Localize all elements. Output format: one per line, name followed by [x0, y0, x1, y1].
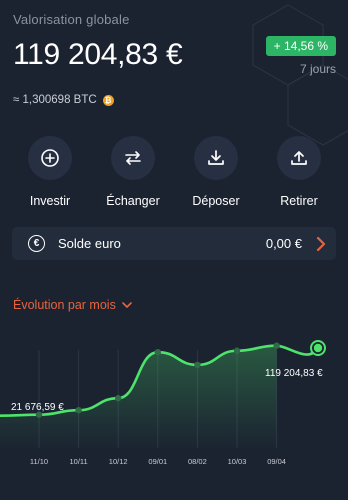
upload-icon: [277, 136, 321, 180]
deposit-label: Déposer: [192, 194, 240, 208]
euro-balance-row[interactable]: € Solde euro 0,00 €: [12, 227, 336, 260]
x-tick-label: 08/02: [188, 457, 207, 466]
total-value: 119 204,83 €: [13, 38, 183, 71]
x-tick-label: 10/12: [109, 457, 128, 466]
withdraw-label: Retirer: [280, 194, 318, 208]
end-value-label: 119 204,83 €: [265, 368, 323, 379]
data-point: [273, 342, 280, 349]
page-title: Valorisation globale: [13, 12, 130, 27]
chevron-down-icon: [122, 302, 132, 308]
exchange-label: Échanger: [106, 194, 160, 208]
data-point: [154, 348, 161, 356]
x-tick-label: 10/11: [69, 457, 87, 466]
euro-balance-label: Solde euro: [58, 236, 121, 251]
data-point: [233, 347, 241, 354]
download-icon: [194, 136, 238, 180]
end-marker-dot: [313, 343, 323, 353]
change-badge: + 14,56 %: [265, 36, 336, 56]
portfolio-header: Valorisation globale 119 204,83 € ≈ 1,30…: [13, 12, 336, 106]
evolution-dropdown[interactable]: Évolution par mois: [13, 298, 132, 312]
bitcoin-icon: ₿: [102, 94, 114, 106]
evolution-label: Évolution par mois: [13, 298, 116, 312]
x-tick-label: 11/10: [30, 457, 48, 466]
period-label[interactable]: 7 jours: [300, 62, 336, 76]
evolution-chart-svg: 21 676,59 € 119 204,83 € 11/10 10/11 10/12 09…: [0, 340, 326, 466]
chevron-right-icon: [316, 236, 326, 251]
plus-circle-icon: [28, 136, 72, 180]
exchange-button[interactable]: Échanger: [93, 136, 173, 208]
data-point: [75, 406, 82, 414]
x-tick-label: 09/01: [148, 457, 167, 466]
x-tick-label: 10/03: [228, 457, 247, 466]
swap-arrows-icon: [111, 136, 155, 180]
action-buttons: Investir Échanger Déposer Retirer: [0, 136, 348, 208]
data-point: [194, 361, 201, 369]
euro-icon: €: [28, 235, 45, 252]
btc-equivalent-text: ≈ 1,300698 BTC: [13, 94, 97, 106]
data-point: [115, 394, 122, 402]
deposit-button[interactable]: Déposer: [176, 136, 256, 208]
invest-label: Investir: [29, 194, 71, 208]
evolution-chart: 21 676,59 € 119 204,83 € 11/10 10/11 10/12 09…: [0, 330, 348, 500]
invest-button[interactable]: Investir: [10, 136, 90, 208]
chart-area: [0, 345, 277, 450]
euro-balance-value: 0,00 €: [265, 236, 302, 251]
btc-equivalent: ≈ 1,300698 BTC ₿: [13, 94, 114, 106]
x-tick-label: 09/04: [267, 457, 286, 466]
start-value-label: 21 676,59 €: [11, 402, 64, 413]
withdraw-button[interactable]: Retirer: [259, 136, 339, 208]
